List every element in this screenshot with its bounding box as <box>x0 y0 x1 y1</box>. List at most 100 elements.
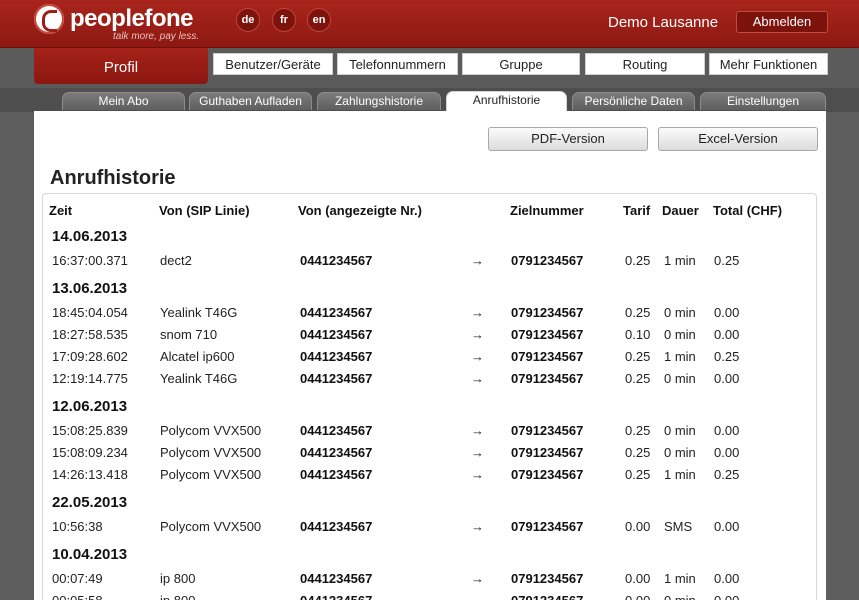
cell-total: 0.00 <box>714 519 740 534</box>
nav-mehr-funktionen[interactable]: Mehr Funktionen <box>709 53 828 75</box>
column-header-von-nr: Von (angezeigte Nr.) <box>298 203 422 218</box>
subtab-guthaben-aufladen[interactable]: Guthaben Aufladen <box>189 92 312 110</box>
arrow-icon: → <box>471 305 484 320</box>
cell-caller-number: 0441234567 <box>300 423 373 438</box>
cell-sip-line: Polycom VVX500 <box>160 519 262 534</box>
cell-time: 14:26:13.418 <box>52 467 128 482</box>
cell-destination-number: 0791234567 <box>511 423 584 438</box>
cell-total: 0.00 <box>714 571 740 586</box>
arrow-icon: → <box>471 253 484 268</box>
arrow-icon: → <box>471 327 484 342</box>
cell-time: 10:56:38 <box>52 519 103 534</box>
cell-destination-number: 0791234567 <box>511 371 584 386</box>
cell-dauer: 0 min <box>664 327 696 342</box>
subtab-einstellungen[interactable]: Einstellungen <box>700 92 826 110</box>
column-header-von-sip: Von (SIP Linie) <box>159 203 250 218</box>
cell-caller-number: 0441234567 <box>300 253 373 268</box>
cell-total: 0.00 <box>714 593 739 600</box>
cell-sip-line: snom 710 <box>160 327 218 342</box>
subtab-zahlungshistorie[interactable]: Zahlungshistorie <box>317 92 441 110</box>
column-header-tarif: Tarif <box>623 203 651 218</box>
lang-en-button[interactable]: en <box>307 8 331 32</box>
column-header-dauer: Dauer <box>662 203 699 218</box>
peoplefone-logo[interactable]: peoplefone <box>34 4 194 34</box>
cell-total: 0.00 <box>714 327 740 342</box>
logo-icon <box>34 4 64 34</box>
cell-destination-number: 0791234567 <box>511 253 584 268</box>
pdf-version-button[interactable]: PDF-Version <box>488 127 648 151</box>
cell-time: 18:27:58.535 <box>52 327 128 342</box>
cell-tarif: 0.25 <box>625 253 651 268</box>
date-group-header: 10.04.2013 <box>52 546 128 563</box>
nav-telefonnummern[interactable]: Telefonnummern <box>337 53 458 75</box>
app-header: peoplefone talk more, pay less. de fr en… <box>0 0 859 48</box>
cell-tarif: 0.25 <box>625 467 651 482</box>
cell-tarif: 0.25 <box>625 349 651 364</box>
nav-benutzer-geraete[interactable]: Benutzer/Geräte <box>213 53 333 75</box>
cell-sip-line: Alcatel ip600 <box>160 349 235 364</box>
cell-time: 18:45:04.054 <box>52 305 128 320</box>
tab-profil[interactable]: Profil <box>34 48 208 84</box>
cell-dauer: 1 min <box>664 253 696 268</box>
cell-caller-number: 0441234567 <box>300 593 372 600</box>
column-header-zeit: Zeit <box>49 203 73 218</box>
cell-sip-line: Polycom VVX500 <box>160 445 262 460</box>
cell-tarif: 0.25 <box>625 371 651 386</box>
subtab-mein-abo[interactable]: Mein Abo <box>62 92 185 110</box>
cell-destination-number: 0791234567 <box>511 593 583 600</box>
cell-destination-number: 0791234567 <box>511 349 584 364</box>
cell-dauer: 0 min <box>664 305 696 320</box>
arrow-icon: → <box>471 445 484 460</box>
cell-sip-line: Polycom VVX500 <box>160 467 262 482</box>
logout-button[interactable]: Abmelden <box>736 11 828 33</box>
cell-time: 00:05:58 <box>52 593 103 600</box>
cell-total: 0.25 <box>714 253 740 268</box>
cell-tarif: 0.00 <box>625 593 650 600</box>
excel-version-button[interactable]: Excel-Version <box>658 127 818 151</box>
cell-time: 12:19:14.775 <box>52 371 128 386</box>
cell-tarif: 0.00 <box>625 519 651 534</box>
logo-text: peoplefone <box>70 5 194 32</box>
cell-total: 0.00 <box>714 371 740 386</box>
cell-dauer: 1 min <box>664 349 696 364</box>
date-group-header: 14.06.2013 <box>52 228 128 245</box>
cell-caller-number: 0441234567 <box>300 327 373 342</box>
lang-fr-button[interactable]: fr <box>272 8 296 32</box>
cell-total: 0.25 <box>714 349 740 364</box>
cell-dauer: 0 min <box>664 423 696 438</box>
cell-tarif: 0.25 <box>625 445 651 460</box>
cell-sip-line: Yealink T46G <box>160 305 238 320</box>
cell-total: 0.25 <box>714 467 740 482</box>
arrow-icon: → <box>471 349 484 364</box>
subtab-anrufhistorie[interactable]: Anrufhistorie <box>446 91 567 112</box>
cell-time: 00:07:49 <box>52 571 103 586</box>
lang-de-button[interactable]: de <box>236 8 260 32</box>
cell-sip-line: ip 800 <box>160 571 196 586</box>
subtab-persoenliche-daten[interactable]: Persönliche Daten <box>572 92 695 110</box>
cell-destination-number: 0791234567 <box>511 305 584 320</box>
cell-caller-number: 0441234567 <box>300 445 373 460</box>
cell-dauer: 0 min <box>664 445 696 460</box>
cell-tarif: 0.00 <box>625 571 651 586</box>
cell-sip-line: ip 800 <box>160 593 195 600</box>
cell-sip-line: dect2 <box>160 253 192 268</box>
column-header-total: Total (CHF) <box>713 203 783 218</box>
cell-dauer: 0 min <box>664 371 696 386</box>
arrow-icon: → <box>471 593 484 600</box>
cell-dauer: 1 min <box>664 571 696 586</box>
page-title: Anrufhistorie <box>50 167 176 189</box>
arrow-icon: → <box>471 467 484 482</box>
cell-total: 0.00 <box>714 423 740 438</box>
arrow-icon: → <box>471 371 484 386</box>
date-group-header: 12.06.2013 <box>52 398 128 415</box>
cell-sip-line: Polycom VVX500 <box>160 423 262 438</box>
cell-destination-number: 0791234567 <box>511 571 584 586</box>
cell-destination-number: 0791234567 <box>511 519 584 534</box>
cell-caller-number: 0441234567 <box>300 305 373 320</box>
arrow-icon: → <box>471 571 484 586</box>
nav-gruppe[interactable]: Gruppe <box>462 53 580 75</box>
nav-routing[interactable]: Routing <box>585 53 705 75</box>
cell-total: 0.00 <box>714 305 740 320</box>
cell-caller-number: 0441234567 <box>300 349 373 364</box>
cell-time: 15:08:25.839 <box>52 423 128 438</box>
